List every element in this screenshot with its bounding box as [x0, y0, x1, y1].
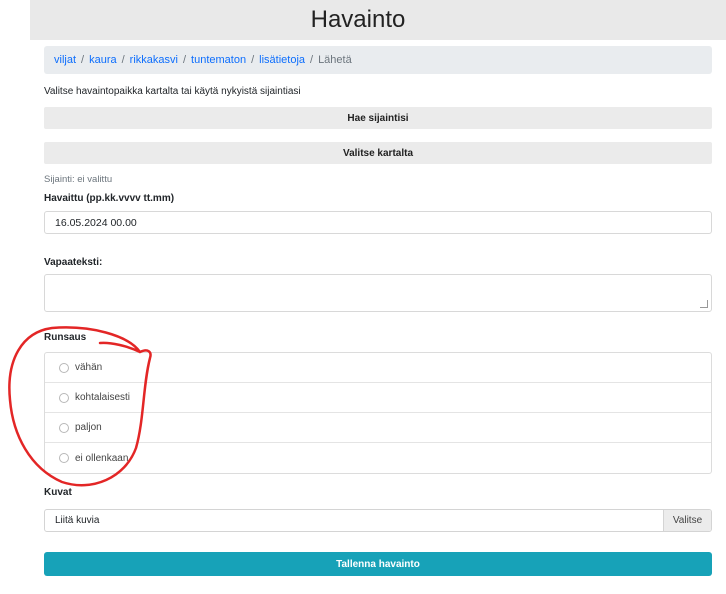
- freetext-label: Vapaateksti:: [44, 257, 103, 268]
- observed-datetime-input[interactable]: 16.05.2024 00.00: [44, 211, 712, 234]
- radio-option-label: kohtalaisesti: [75, 392, 131, 403]
- breadcrumb-item-kaura[interactable]: kaura: [89, 54, 117, 66]
- page-header: Havainto: [30, 0, 726, 40]
- abundance-label: Runsaus: [44, 332, 87, 343]
- radio-circle-icon[interactable]: [59, 392, 69, 403]
- radio-option-label: paljon: [75, 422, 102, 433]
- radio-option-label: vähän: [75, 362, 103, 373]
- resize-handle-icon[interactable]: [700, 300, 708, 308]
- breadcrumb-separator: /: [310, 54, 314, 66]
- breadcrumb: viljat / kaura / rikkakasvi / tuntematon…: [44, 46, 712, 74]
- breadcrumb-separator: /: [121, 54, 125, 66]
- images-label: Kuvat: [44, 487, 72, 498]
- radio-option-ei-ollenkaan[interactable]: ei ollenkaan: [45, 443, 711, 473]
- breadcrumb-separator: /: [251, 54, 255, 66]
- get-location-button[interactable]: Hae sijaintisi: [44, 107, 712, 129]
- breadcrumb-item-current: Lähetä: [318, 54, 352, 66]
- location-status: Sijainti: ei valittu: [44, 174, 113, 185]
- radio-circle-icon[interactable]: [59, 362, 69, 373]
- image-file-input[interactable]: Liitä kuvia Valitse: [44, 509, 712, 532]
- breadcrumb-item-tuntematon[interactable]: tuntematon: [191, 54, 246, 66]
- abundance-radio-group: vähän kohtalaisesti paljon ei ollenkaan: [44, 352, 712, 474]
- radio-circle-icon[interactable]: [59, 453, 69, 463]
- freetext-textarea[interactable]: [44, 274, 712, 312]
- breadcrumb-item-rikkakasvi[interactable]: rikkakasvi: [130, 54, 178, 66]
- choose-from-map-button[interactable]: Valitse kartalta: [44, 142, 712, 164]
- image-file-placeholder: Liitä kuvia: [55, 515, 100, 526]
- radio-option-paljon[interactable]: paljon: [45, 413, 711, 443]
- page-title: Havainto: [310, 6, 406, 33]
- breadcrumb-separator: /: [81, 54, 85, 66]
- location-instruction: Valitse havaintopaikka kartalta tai käyt…: [44, 86, 301, 97]
- breadcrumb-item-viljat[interactable]: viljat: [54, 54, 76, 66]
- radio-circle-icon[interactable]: [59, 422, 69, 433]
- radio-option-label: ei ollenkaan: [75, 452, 129, 464]
- save-observation-button[interactable]: Tallenna havainto: [44, 552, 712, 576]
- breadcrumb-item-lisatietoja[interactable]: lisätietoja: [259, 54, 305, 66]
- radio-option-kohtalaisesti[interactable]: kohtalaisesti: [45, 383, 711, 413]
- browse-files-button[interactable]: Valitse: [663, 510, 711, 531]
- breadcrumb-separator: /: [182, 54, 187, 66]
- radio-option-vahan[interactable]: vähän: [45, 353, 711, 383]
- observed-label: Havaittu (pp.kk.vvvv tt.mm): [44, 193, 175, 204]
